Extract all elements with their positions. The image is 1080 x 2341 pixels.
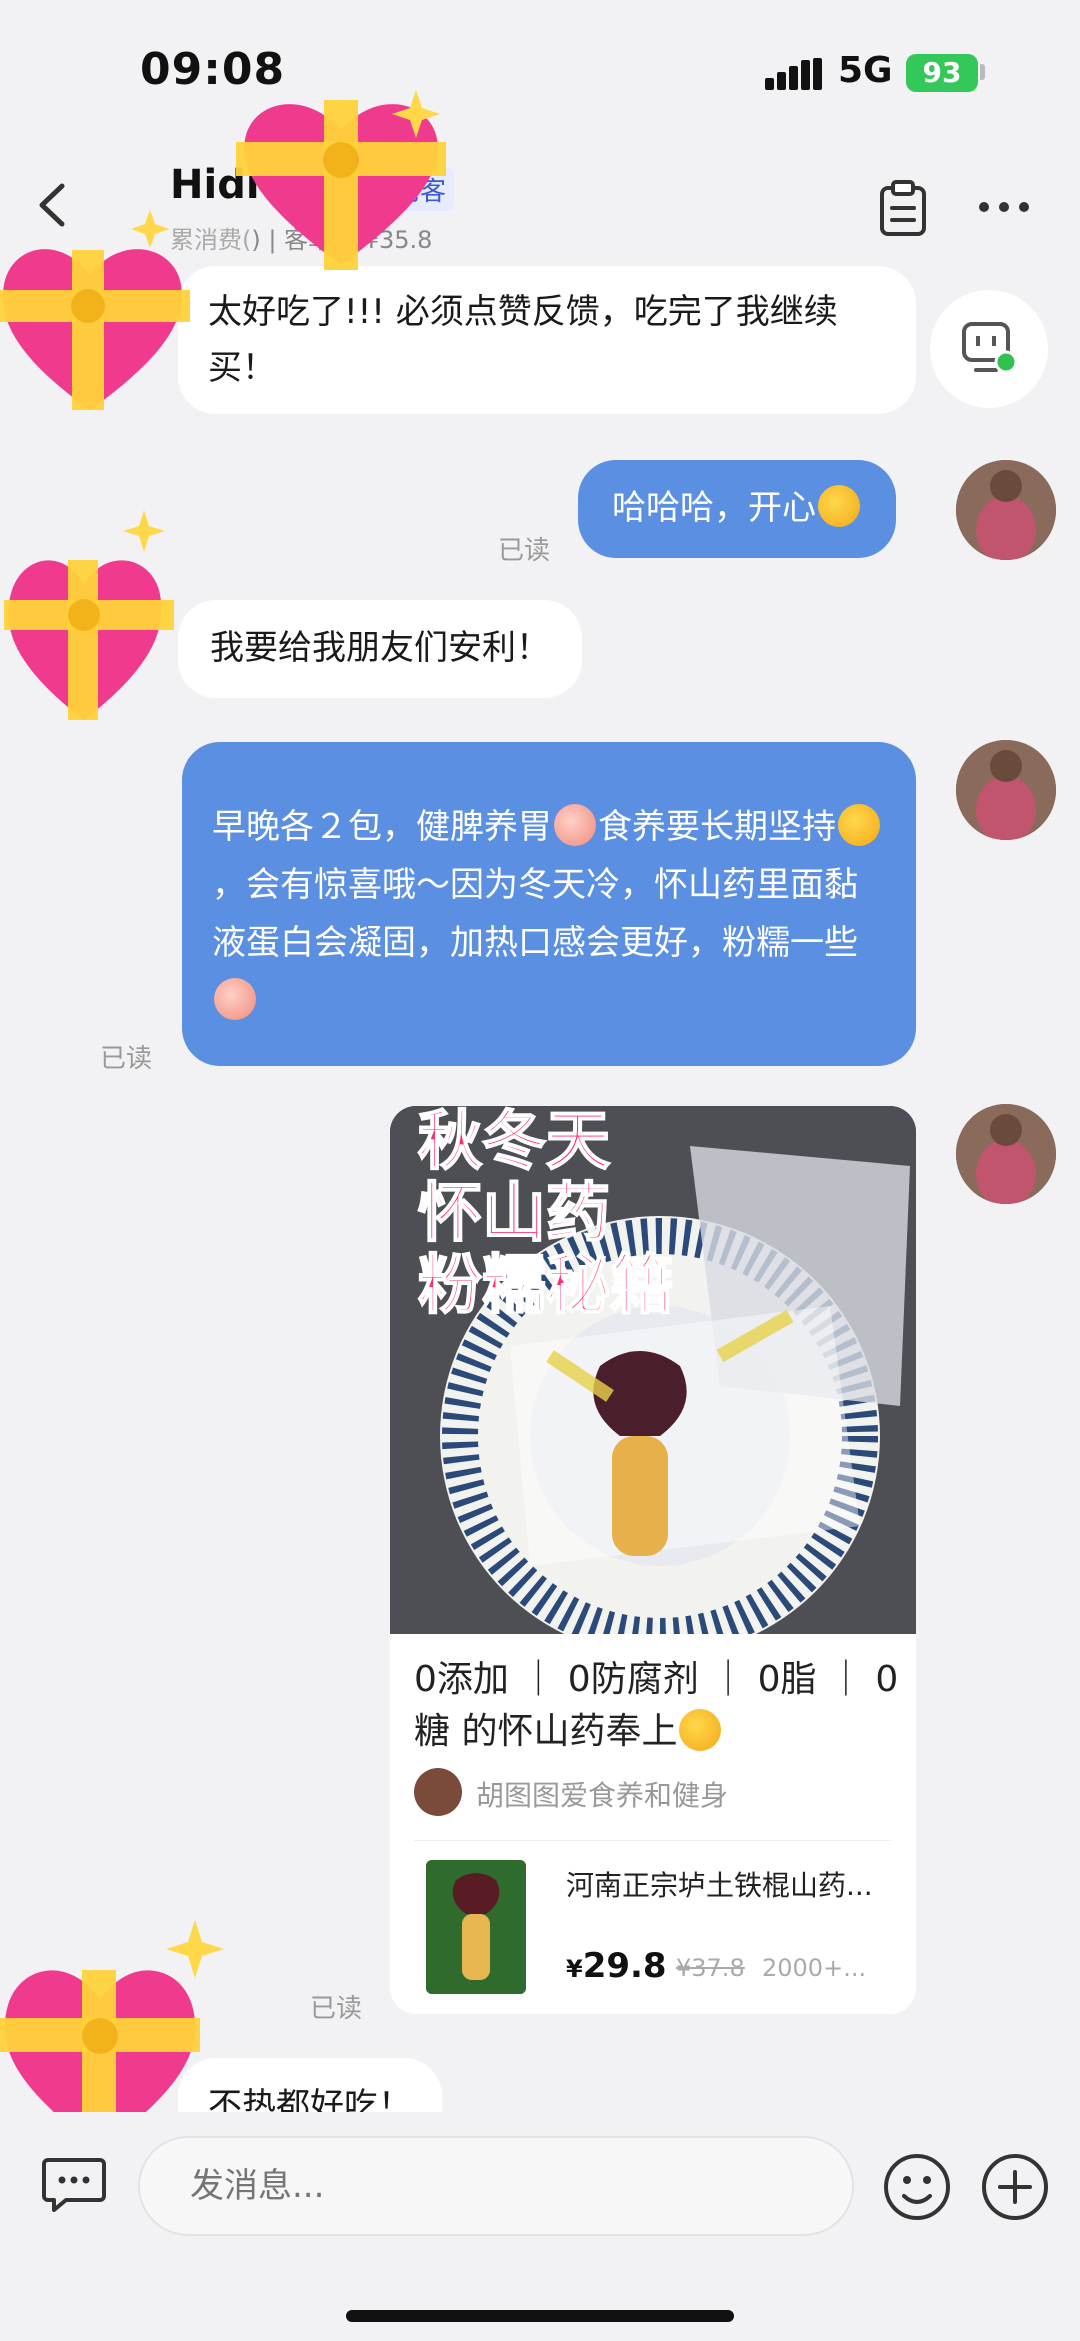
avatar[interactable] <box>956 460 1056 560</box>
price-symbol: ¥ <box>566 1955 583 1983</box>
message-outgoing[interactable]: 哈哈哈，开心 <box>578 460 896 558</box>
message-text: 太好吃了!!! 必须点赞反馈，吃完了我继续买！ <box>208 292 838 388</box>
party-face-emoji-icon <box>818 485 860 527</box>
message-text: 我要给我朋友们安利！ <box>210 628 550 668</box>
read-receipt: 已读 <box>498 536 551 566</box>
message-incoming[interactable]: 太好吃了!!! 必须点赞反馈，吃完了我继续买！ <box>178 266 916 414</box>
message-text: 哈哈哈，开心 <box>612 488 816 528</box>
product-photo-icon <box>426 1860 526 1994</box>
message-input[interactable] <box>138 2136 854 2236</box>
peach-face-emoji-icon <box>214 978 256 1020</box>
product-thumbnail[interactable] <box>426 1860 526 1994</box>
card-description: 0添加 ｜ 0防腐剂 ｜ 0脂 ｜ 0糖 的怀山药奉上 <box>414 1654 904 1758</box>
input-bar <box>0 2112 1080 2341</box>
message-incoming[interactable]: 我要给我朋友们安利！ <box>178 600 582 698</box>
card-description-text: 0添加 ｜ 0防腐剂 ｜ 0脂 ｜ 0糖 的怀山药奉上 <box>414 1659 899 1752</box>
author-name: 胡图图爱食养和健身 <box>476 1779 729 1812</box>
peach-face-emoji-icon <box>554 804 596 846</box>
read-receipt: 已读 <box>310 1994 363 2024</box>
clipboard-icon[interactable] <box>878 180 928 236</box>
plus-icon[interactable] <box>980 2152 1050 2222</box>
photo-title: 秋冬天 怀山药 粉糯秘籍 <box>417 1106 675 1323</box>
heart-sticker-icon <box>0 210 190 410</box>
product-price: ¥29.8 <box>566 1946 667 1986</box>
robot-icon <box>962 322 1018 374</box>
heart-sticker-icon <box>236 90 446 270</box>
read-receipt: 已读 <box>100 1044 153 1074</box>
battery-level: 93 <box>906 54 978 92</box>
status-bar: 09:08 5G 93 <box>0 0 1080 150</box>
smile-icon[interactable] <box>882 2152 952 2222</box>
product-old-price: ¥37.8 <box>676 1954 745 1982</box>
author-avatar <box>414 1768 462 1816</box>
more-dots-icon[interactable] <box>978 200 1030 214</box>
battery-tip <box>980 64 985 80</box>
kiss-face-emoji-icon <box>679 1709 722 1751</box>
price-value: 29.8 <box>582 1946 667 1986</box>
heart-sticker-icon <box>4 510 174 720</box>
message-text: 早晚各２包，健脾养胃 <box>212 807 552 847</box>
signal-icon <box>765 58 822 90</box>
divider <box>414 1840 892 1841</box>
product-title[interactable]: 河南正宗垆土铁棍山药... <box>566 1864 896 1904</box>
photo-title-line: 秋冬天 <box>417 1106 611 1179</box>
product-sales: 2000+... <box>762 1954 867 1982</box>
avatar-photo-icon <box>956 740 1056 840</box>
network-type: 5G <box>838 50 893 91</box>
robot-assistant-button[interactable] <box>930 290 1048 408</box>
photo-title-line: 怀山药 <box>417 1177 611 1251</box>
avatar-photo-icon <box>956 460 1056 560</box>
message-text: 食养要长期坚持 <box>598 807 836 847</box>
avatar-photo-icon <box>956 1104 1056 1204</box>
avatar[interactable] <box>956 1104 1056 1204</box>
product-share-card[interactable]: 秋冬天 怀山药 粉糯秘籍 0添加 ｜ 0防腐剂 ｜ 0脂 ｜ 0糖 的怀山药奉上… <box>390 1106 916 2014</box>
chat-bubble-icon[interactable] <box>42 2156 106 2212</box>
card-photo: 秋冬天 怀山药 粉糯秘籍 <box>390 1106 916 1634</box>
message-text: ，会有惊喜哦～因为冬天冷，怀山药里面黏液蛋白会凝固，加热口感会更好，粉糯一些 <box>212 865 858 963</box>
fist-emoji-icon <box>838 804 880 846</box>
photo-title-line: 粉糯秘籍 <box>417 1249 675 1323</box>
message-outgoing[interactable]: 早晚各２包，健脾养胃 食养要长期坚持 ，会有惊喜哦～因为冬天冷，怀山药里面黏液蛋白会… <box>182 742 916 1066</box>
home-indicator[interactable] <box>346 2310 734 2322</box>
avatar[interactable] <box>956 740 1056 840</box>
